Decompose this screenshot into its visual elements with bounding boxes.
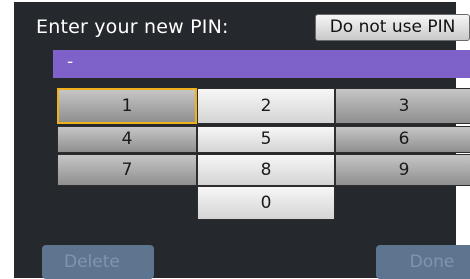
pin-input-field[interactable]: - — [53, 50, 470, 78]
key-5[interactable]: 5 — [197, 126, 335, 153]
key-0[interactable]: 0 — [197, 186, 335, 220]
pin-prompt-title: Enter your new PIN: — [36, 16, 229, 38]
key-7[interactable]: 7 — [57, 154, 197, 186]
key-2[interactable]: 2 — [197, 88, 335, 124]
key-8[interactable]: 8 — [197, 154, 335, 186]
key-3[interactable]: 3 — [335, 88, 470, 124]
pin-entry-screen: Enter your new PIN: Do not use PIN - 1 2… — [14, 2, 470, 279]
key-4[interactable]: 4 — [57, 126, 197, 153]
key-9[interactable]: 9 — [335, 154, 470, 186]
do-not-use-pin-button[interactable]: Do not use PIN — [315, 14, 470, 41]
delete-button[interactable]: Delete — [42, 245, 154, 279]
key-6[interactable]: 6 — [335, 126, 470, 153]
pin-input-value: - — [67, 52, 74, 72]
done-button[interactable]: Done — [376, 245, 470, 279]
key-1[interactable]: 1 — [57, 88, 197, 124]
